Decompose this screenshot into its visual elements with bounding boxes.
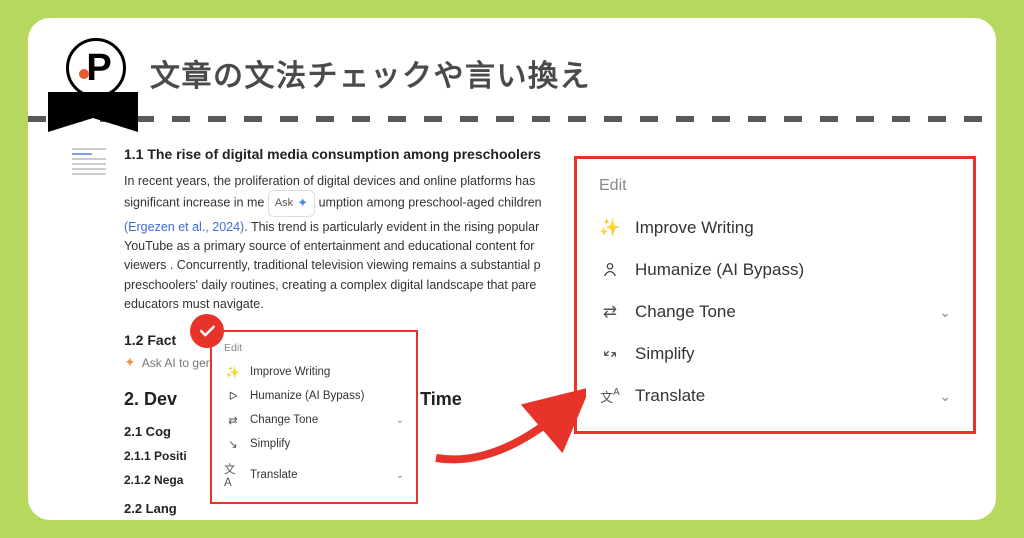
menu-item-label: Simplify bbox=[635, 344, 695, 364]
menu-section-label: Edit bbox=[212, 340, 416, 360]
menu-item-change-tone[interactable]: ⇄ Change Tone ⌄ bbox=[212, 408, 416, 432]
text-line: umption among preschool-aged children bbox=[319, 196, 542, 210]
menu-item-label: Improve Writing bbox=[635, 218, 754, 238]
menu-item-simplify[interactable]: Simplify bbox=[577, 333, 973, 375]
edit-menu-small: Edit ✨ Improve Writing ᐅ Humanize (AI Bypa… bbox=[210, 330, 418, 504]
menu-section-label: Edit bbox=[577, 173, 973, 207]
ask-label: Ask bbox=[275, 195, 293, 212]
menu-item-translate[interactable]: 文A Translate ⌄ bbox=[577, 375, 973, 417]
ask-ai-chip[interactable]: Ask ✦ bbox=[268, 190, 315, 216]
menu-item-improve-writing[interactable]: ✨ Improve Writing bbox=[577, 207, 973, 249]
text-line: . This trend is particularly evident in … bbox=[244, 220, 539, 234]
ai-sparkle-icon: ✦ bbox=[297, 193, 308, 213]
page-thumbnail[interactable] bbox=[72, 148, 106, 178]
chevron-down-icon: ⌄ bbox=[396, 470, 404, 481]
sparkle-icon: ✨ bbox=[599, 218, 621, 238]
menu-item-label: Translate bbox=[635, 386, 705, 406]
checkmark-badge-icon bbox=[190, 314, 224, 348]
sparkle-icon: ✨ bbox=[224, 365, 242, 379]
menu-item-humanize[interactable]: Humanize (AI Bypass) bbox=[577, 249, 973, 291]
menu-item-label: Change Tone bbox=[250, 414, 318, 426]
edit-menu-large: Edit ✨ Improve Writing Humanize (AI Bypas… bbox=[574, 156, 976, 434]
menu-item-translate[interactable]: 文A Translate ⌄ bbox=[212, 456, 416, 494]
main-card: P 文章の文法チェックや言い換え 1.1 The rise of digital… bbox=[28, 18, 996, 520]
menu-item-label: Improve Writing bbox=[250, 366, 330, 378]
person-icon: ᐅ bbox=[224, 389, 242, 403]
contract-icon bbox=[599, 346, 621, 362]
person-icon bbox=[599, 261, 621, 279]
chevron-down-icon: ⌄ bbox=[939, 304, 951, 321]
menu-item-label: Change Tone bbox=[635, 302, 736, 322]
menu-item-label: Simplify bbox=[250, 438, 290, 450]
logo-dot-icon bbox=[79, 69, 89, 79]
translate-icon: 文A bbox=[599, 387, 621, 406]
translate-icon: 文A bbox=[224, 461, 242, 489]
contract-icon: ↘ bbox=[224, 437, 242, 451]
logo-letter: P bbox=[86, 47, 111, 90]
logo-circle: P bbox=[66, 38, 126, 98]
menu-item-humanize[interactable]: ᐅ Humanize (AI Bypass) bbox=[212, 384, 416, 408]
menu-item-label: Humanize (AI Bypass) bbox=[635, 260, 804, 280]
text-line: educators must navigate. bbox=[124, 297, 264, 311]
chevron-down-icon: ⌄ bbox=[939, 388, 951, 405]
menu-item-label: Humanize (AI Bypass) bbox=[250, 390, 364, 402]
chevron-down-icon: ⌄ bbox=[396, 415, 404, 426]
callout-arrow-icon bbox=[426, 388, 586, 478]
logo-badge: P bbox=[48, 38, 138, 108]
swap-icon: ⇄ bbox=[224, 413, 242, 427]
citation-link[interactable]: (Ergezen et al., 2024) bbox=[124, 220, 244, 234]
menu-item-label: Translate bbox=[250, 469, 298, 481]
menu-item-improve-writing[interactable]: ✨ Improve Writing bbox=[212, 360, 416, 384]
text-line: In recent years, the proliferation of di… bbox=[124, 174, 535, 188]
header: P 文章の文法チェックや言い換え bbox=[28, 38, 996, 108]
text-line: significant increase in me bbox=[124, 196, 264, 210]
text-line: YouTube as a primary source of entertain… bbox=[124, 239, 534, 253]
menu-item-change-tone[interactable]: ⇄ Change Tone ⌄ bbox=[577, 291, 973, 333]
text-line: viewers . Concurrently, traditional tele… bbox=[124, 258, 541, 272]
page-title: 文章の文法チェックや言い換え bbox=[150, 51, 591, 95]
ribbon-icon bbox=[48, 92, 138, 118]
swap-icon: ⇄ bbox=[599, 302, 621, 322]
text-line: preschoolers' daily routines, creating a… bbox=[124, 278, 536, 292]
sparkle-icon: ✦ bbox=[124, 354, 136, 371]
menu-item-simplify[interactable]: ↘ Simplify bbox=[212, 432, 416, 456]
